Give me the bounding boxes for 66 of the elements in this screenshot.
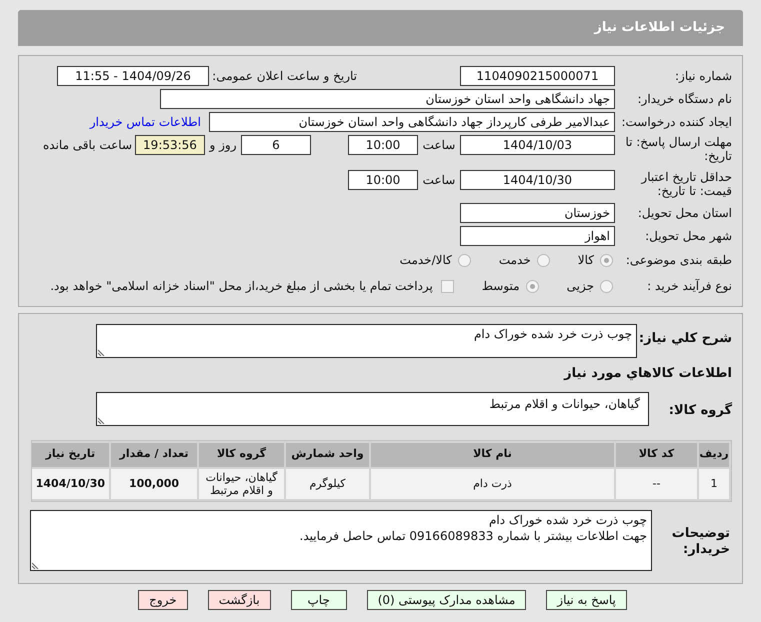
column-header: کد کالا — [616, 442, 697, 466]
field-label: گروه کالا: — [668, 404, 732, 418]
radio-label: خدمت — [498, 252, 531, 269]
field-label: نام دستگاه خریدار: — [636, 92, 732, 106]
countdown-field[interactable]: 19:53:56 — [135, 135, 205, 155]
resize-grip-icon[interactable] — [32, 560, 40, 568]
text-field[interactable]: جهاد دانشگاهی واحد استان خوزستان — [160, 89, 615, 109]
field-label: ساعت — [422, 137, 456, 154]
action-button[interactable]: پاسخ به نیاز — [546, 590, 627, 610]
text-field[interactable]: 6 — [241, 135, 311, 155]
field-label: استان محل تحویل: — [636, 206, 732, 220]
text-field[interactable]: اهواز — [460, 226, 615, 246]
text-field[interactable]: 10:00 — [348, 135, 418, 155]
field-label: ساعت باقی مانده — [42, 137, 134, 154]
field-label: ایجاد کننده درخواست: — [620, 115, 732, 129]
table-cell: 100,000 — [111, 468, 197, 498]
text-field[interactable]: 1404/10/30 — [460, 170, 615, 190]
radio-label: جزیی — [566, 278, 594, 295]
field-label: شماره نیاز: — [674, 69, 732, 83]
field-label: ساعت — [422, 172, 456, 189]
field-label: روز و — [208, 137, 238, 154]
table-cell: 1 — [699, 468, 729, 498]
field-label: شهر محل تحویل: — [644, 229, 732, 243]
field-label: تاریخ و ساعت اعلان عمومی: — [211, 69, 357, 83]
text-field[interactable]: خوزستان — [460, 203, 615, 223]
column-header: گروه کالا — [199, 442, 284, 466]
field-label: حداقل تاریخ اعتبار قیمت: تا تاریخ: — [640, 170, 732, 198]
table-cell: گیاهان، حیوانات و اقلام مرتبط — [199, 468, 284, 498]
action-button[interactable]: مشاهده مدارک پیوستی (0) — [366, 590, 526, 610]
field-label: توضیحات خریدار: — [670, 526, 731, 558]
text-field[interactable]: 1104090215000071 — [460, 66, 615, 86]
radio-label: کالا — [578, 252, 594, 269]
field-label: شرح کلي نياز: — [638, 332, 732, 346]
buyer-notes-field[interactable]: چوب ذرت خرد شده خوراک دام جهت اطلاعات بیشتر با شماره 09166089833 تماس حاصل فرمایید. — [30, 510, 652, 570]
treasury-label: پرداخت تمام یا بخشی از مبلغ خرید،از محل "اسناد خزانه اسلامی" خواهد بود. — [50, 278, 433, 295]
action-button[interactable]: بازگشت — [208, 590, 271, 610]
field-label: طبقه بندی موضوعی: — [624, 253, 732, 267]
field-label: مهلت ارسال پاسخ: تا تاریخ: — [624, 135, 732, 163]
goods-group-field[interactable]: گیاهان، حیوانات و اقلام مرتبط — [96, 392, 649, 426]
table-cell: -- — [616, 468, 697, 498]
note-line: جهت اطلاعات بیشتر با شماره 09166089833 تماس حاصل فرمایید. — [298, 528, 647, 544]
radio-label: متوسط — [482, 278, 520, 295]
column-header: واحد شمارش — [286, 442, 369, 466]
text-field[interactable]: 1404/09/26 - 11:55 — [57, 66, 209, 86]
action-button[interactable]: چاپ — [290, 590, 347, 610]
treasury-checkbox[interactable] — [440, 280, 454, 292]
resize-grip-icon[interactable] — [98, 416, 106, 424]
text-field[interactable]: 1404/10/03 — [460, 135, 615, 155]
buyer-contact-link[interactable]: اطلاعات تماس خریدار — [90, 113, 201, 131]
text-field[interactable]: 10:00 — [348, 170, 418, 190]
table-cell: 1404/10/30 — [32, 468, 109, 498]
field-label: نوع فرآیند خرید : — [646, 279, 732, 293]
column-header: رديف — [699, 442, 729, 466]
description-field[interactable]: چوب ذرت خرد شده خوراک دام — [96, 324, 637, 358]
table-cell: کیلوگرم — [286, 468, 369, 498]
text-field[interactable]: عبدالامیر طرفی کارپرداز جهاد دانشگاهی واحد استان خوزستان — [209, 112, 615, 132]
column-header: نام کالا — [371, 442, 614, 466]
radio-label: کالا/خدمت — [400, 252, 452, 269]
action-button[interactable]: خروج — [138, 590, 188, 610]
resize-grip-icon[interactable] — [98, 348, 106, 356]
table-cell: ذرت دام — [371, 468, 614, 498]
column-header: تاریخ نیاز — [32, 442, 109, 466]
page-title: جزئیات اطلاعات نیاز — [594, 19, 725, 38]
column-header: تعداد / مقدار — [111, 442, 197, 466]
note-line: چوب ذرت خرد شده خوراک دام — [488, 512, 647, 528]
section-heading: اطلاعات کالاهاي مورد نياز — [562, 365, 732, 383]
